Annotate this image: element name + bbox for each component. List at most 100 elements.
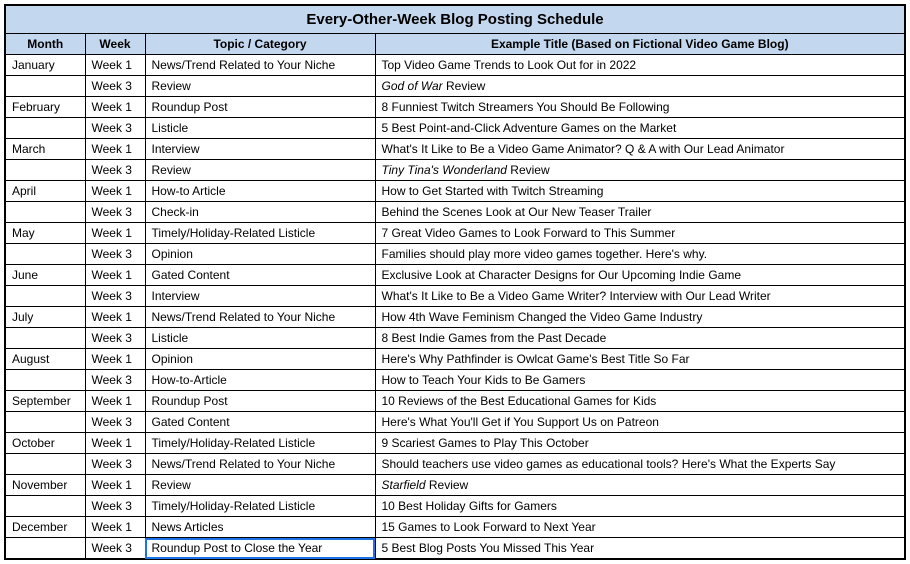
cell-topic[interactable]: Gated Content bbox=[145, 412, 375, 433]
cell-topic[interactable]: Roundup Post to Close the Year bbox=[145, 538, 375, 560]
cell-week[interactable]: Week 3 bbox=[85, 370, 145, 391]
cell-month[interactable]: April bbox=[5, 181, 85, 202]
cell-example-title[interactable]: Behind the Scenes Look at Our New Teaser… bbox=[375, 202, 905, 223]
cell-topic[interactable]: Gated Content bbox=[145, 265, 375, 286]
cell-month[interactable]: June bbox=[5, 265, 85, 286]
cell-topic[interactable]: Roundup Post bbox=[145, 97, 375, 118]
cell-week[interactable]: Week 1 bbox=[85, 55, 145, 76]
cell-example-title[interactable]: What's It Like to Be a Video Game Writer… bbox=[375, 286, 905, 307]
cell-month[interactable] bbox=[5, 244, 85, 265]
cell-example-title[interactable]: Should teachers use video games as educa… bbox=[375, 454, 905, 475]
cell-month[interactable] bbox=[5, 160, 85, 181]
cell-topic[interactable]: News/Trend Related to Your Niche bbox=[145, 454, 375, 475]
cell-topic[interactable]: News Articles bbox=[145, 517, 375, 538]
table-row: DecemberWeek 1News Articles15 Games to L… bbox=[5, 517, 905, 538]
cell-example-title[interactable]: How to Teach Your Kids to Be Gamers bbox=[375, 370, 905, 391]
cell-example-title[interactable]: Families should play more video games to… bbox=[375, 244, 905, 265]
cell-example-title[interactable]: God of War Review bbox=[375, 76, 905, 97]
cell-example-title[interactable]: 5 Best Point-and-Click Adventure Games o… bbox=[375, 118, 905, 139]
cell-topic[interactable]: How-to-Article bbox=[145, 370, 375, 391]
cell-month[interactable]: March bbox=[5, 139, 85, 160]
cell-topic[interactable]: Review bbox=[145, 76, 375, 97]
cell-month[interactable] bbox=[5, 538, 85, 560]
cell-week[interactable]: Week 1 bbox=[85, 265, 145, 286]
cell-month[interactable] bbox=[5, 328, 85, 349]
cell-example-title[interactable]: Here's What You'll Get if You Support Us… bbox=[375, 412, 905, 433]
cell-example-title[interactable]: Top Video Game Trends to Look Out for in… bbox=[375, 55, 905, 76]
cell-week[interactable]: Week 1 bbox=[85, 475, 145, 496]
table-row: Week 3Roundup Post to Close the Year5 Be… bbox=[5, 538, 905, 560]
cell-month[interactable]: January bbox=[5, 55, 85, 76]
cell-example-title[interactable]: Here's Why Pathfinder is Owlcat Game's B… bbox=[375, 349, 905, 370]
cell-week[interactable]: Week 1 bbox=[85, 139, 145, 160]
table-row: Week 3OpinionFamilies should play more v… bbox=[5, 244, 905, 265]
cell-topic[interactable]: Listicle bbox=[145, 118, 375, 139]
cell-month[interactable]: August bbox=[5, 349, 85, 370]
cell-month[interactable] bbox=[5, 76, 85, 97]
cell-month[interactable]: November bbox=[5, 475, 85, 496]
cell-week[interactable]: Week 1 bbox=[85, 223, 145, 244]
cell-topic[interactable]: Review bbox=[145, 475, 375, 496]
cell-week[interactable]: Week 3 bbox=[85, 118, 145, 139]
cell-topic[interactable]: Listicle bbox=[145, 328, 375, 349]
cell-example-title[interactable]: 8 Funniest Twitch Streamers You Should B… bbox=[375, 97, 905, 118]
cell-week[interactable]: Week 1 bbox=[85, 97, 145, 118]
cell-example-title[interactable]: 15 Games to Look Forward to Next Year bbox=[375, 517, 905, 538]
cell-week[interactable]: Week 3 bbox=[85, 244, 145, 265]
cell-week[interactable]: Week 1 bbox=[85, 391, 145, 412]
cell-month[interactable] bbox=[5, 496, 85, 517]
cell-week[interactable]: Week 3 bbox=[85, 496, 145, 517]
cell-topic[interactable]: Review bbox=[145, 160, 375, 181]
cell-example-title[interactable]: 9 Scariest Games to Play This October bbox=[375, 433, 905, 454]
cell-week[interactable]: Week 3 bbox=[85, 76, 145, 97]
cell-month[interactable] bbox=[5, 370, 85, 391]
cell-topic[interactable]: News/Trend Related to Your Niche bbox=[145, 55, 375, 76]
cell-week[interactable]: Week 1 bbox=[85, 181, 145, 202]
cell-month[interactable]: February bbox=[5, 97, 85, 118]
cell-example-title[interactable]: Tiny Tina's Wonderland Review bbox=[375, 160, 905, 181]
cell-week[interactable]: Week 3 bbox=[85, 160, 145, 181]
cell-topic[interactable]: Interview bbox=[145, 286, 375, 307]
cell-month[interactable] bbox=[5, 454, 85, 475]
cell-topic[interactable]: How-to Article bbox=[145, 181, 375, 202]
cell-month[interactable]: July bbox=[5, 307, 85, 328]
cell-topic[interactable]: Timely/Holiday-Related Listicle bbox=[145, 496, 375, 517]
cell-month[interactable]: December bbox=[5, 517, 85, 538]
cell-week[interactable]: Week 1 bbox=[85, 349, 145, 370]
cell-week[interactable]: Week 3 bbox=[85, 202, 145, 223]
cell-example-title[interactable]: 8 Best Indie Games from the Past Decade bbox=[375, 328, 905, 349]
cell-week[interactable]: Week 3 bbox=[85, 454, 145, 475]
cell-example-title[interactable]: 7 Great Video Games to Look Forward to T… bbox=[375, 223, 905, 244]
cell-topic[interactable]: Interview bbox=[145, 139, 375, 160]
cell-topic[interactable]: Opinion bbox=[145, 244, 375, 265]
cell-month[interactable] bbox=[5, 286, 85, 307]
cell-topic[interactable]: Opinion bbox=[145, 349, 375, 370]
cell-week[interactable]: Week 1 bbox=[85, 433, 145, 454]
cell-example-title[interactable]: How 4th Wave Feminism Changed the Video … bbox=[375, 307, 905, 328]
cell-week[interactable]: Week 3 bbox=[85, 328, 145, 349]
table-row: NovemberWeek 1ReviewStarfield Review bbox=[5, 475, 905, 496]
cell-month[interactable] bbox=[5, 412, 85, 433]
cell-month[interactable] bbox=[5, 202, 85, 223]
cell-week[interactable]: Week 3 bbox=[85, 412, 145, 433]
cell-month[interactable]: September bbox=[5, 391, 85, 412]
cell-topic[interactable]: News/Trend Related to Your Niche bbox=[145, 307, 375, 328]
cell-week[interactable]: Week 3 bbox=[85, 538, 145, 560]
cell-week[interactable]: Week 1 bbox=[85, 517, 145, 538]
cell-example-title[interactable]: What's It Like to Be a Video Game Animat… bbox=[375, 139, 905, 160]
cell-week[interactable]: Week 3 bbox=[85, 286, 145, 307]
cell-topic[interactable]: Timely/Holiday-Related Listicle bbox=[145, 223, 375, 244]
cell-example-title[interactable]: Exclusive Look at Character Designs for … bbox=[375, 265, 905, 286]
cell-topic[interactable]: Roundup Post bbox=[145, 391, 375, 412]
cell-example-title[interactable]: 10 Best Holiday Gifts for Gamers bbox=[375, 496, 905, 517]
cell-example-title[interactable]: Starfield Review bbox=[375, 475, 905, 496]
cell-week[interactable]: Week 1 bbox=[85, 307, 145, 328]
cell-example-title[interactable]: 5 Best Blog Posts You Missed This Year bbox=[375, 538, 905, 560]
cell-month[interactable] bbox=[5, 118, 85, 139]
cell-example-title[interactable]: 10 Reviews of the Best Educational Games… bbox=[375, 391, 905, 412]
cell-month[interactable]: October bbox=[5, 433, 85, 454]
cell-topic[interactable]: Check-in bbox=[145, 202, 375, 223]
cell-month[interactable]: May bbox=[5, 223, 85, 244]
cell-example-title[interactable]: How to Get Started with Twitch Streaming bbox=[375, 181, 905, 202]
cell-topic[interactable]: Timely/Holiday-Related Listicle bbox=[145, 433, 375, 454]
